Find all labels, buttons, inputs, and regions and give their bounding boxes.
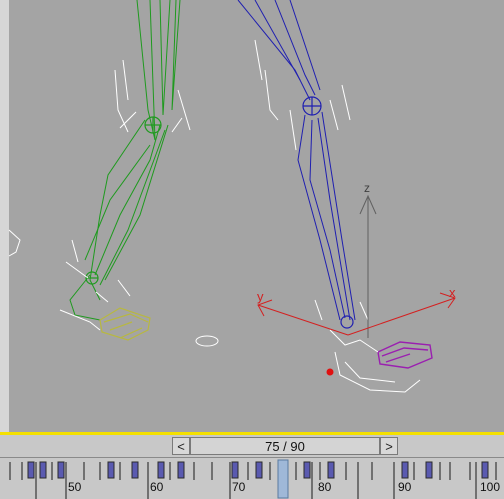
left-helpers	[8, 59, 219, 347]
axis-label-x: x	[449, 285, 456, 300]
tick-label-100: 100	[480, 480, 501, 494]
tick-label-70: 70	[232, 480, 246, 494]
right-leg-bones	[237, 0, 356, 321]
viewport[interactable]: z y x	[0, 0, 504, 432]
next-frame-button[interactable]: >	[380, 437, 398, 455]
tick-label-50: 50	[68, 480, 82, 494]
current-frame-marker	[277, 459, 289, 499]
pivot-point	[326, 368, 334, 376]
tick-label-80: 80	[318, 480, 332, 494]
time-slider-thumb[interactable]: 75 / 90	[190, 437, 380, 455]
axis-label-z: z	[364, 181, 370, 195]
right-foot	[377, 341, 433, 369]
right-helpers	[254, 39, 421, 393]
right-knee-joint	[302, 96, 322, 116]
prev-frame-button[interactable]: <	[172, 437, 190, 455]
transform-gizmo	[257, 194, 456, 338]
left-knee-joint	[144, 116, 162, 134]
left-leg-bones	[69, 0, 181, 321]
axis-label-y: y	[257, 289, 264, 304]
tick-label-90: 90	[398, 480, 412, 494]
left-foot	[99, 307, 151, 341]
tick-label-60: 60	[150, 480, 164, 494]
right-ankle-joint	[340, 315, 354, 329]
scene-canvas[interactable]: z y x	[0, 0, 504, 432]
